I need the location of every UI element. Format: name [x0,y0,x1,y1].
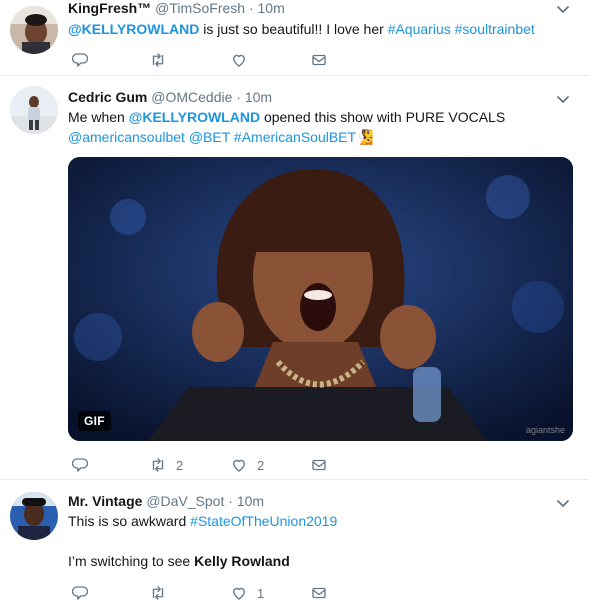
tweet-text: This is so awkward #StateOfTheUnion2019 … [68,511,571,571]
mention-link[interactable]: @BET [189,129,230,145]
tweet[interactable]: Cedric Gum @OMCeddie · 10m Me when @KELL… [0,76,589,480]
hashtag-link[interactable]: #StateOfTheUnion2019 [190,513,337,529]
separator-dot: · [236,89,241,105]
timestamp[interactable]: 10m [245,89,272,105]
timestamp[interactable]: 10m [258,0,285,16]
tweet-text-plain: opened this show with PURE VOCALS [260,109,506,125]
reply-button[interactable] [71,455,89,475]
mention-link[interactable]: @KELLYROWLAND [68,21,199,37]
retweet-icon [152,458,164,472]
tweet-text-line: @americansoulbet @BET #AmericanSoulBET🧏 [68,127,571,147]
mention-link[interactable]: @KELLYROWLAND [129,109,260,125]
gif-badge: GIF [78,411,111,431]
separator-dot: · [248,0,254,16]
like-button[interactable]: 2 [230,455,264,475]
like-button[interactable] [230,50,248,70]
tweet-text: @KELLYROWLAND is just so beautiful!! I l… [68,19,571,39]
user-handle[interactable]: @OMCeddie [151,89,232,105]
separator-dot: · [228,493,233,509]
tweet-text-plain: I’m switching to see [68,553,195,569]
tweet-text: Me when @KELLYROWLAND opened this show w… [68,107,571,147]
tweet-text-line: I’m switching to see Kelly Rowland [68,551,571,571]
tweet-header: Cedric Gum @OMCeddie · 10m [68,88,272,106]
tweet-text-line: This is so awkward #StateOfTheUnion2019 [68,511,571,531]
retweet-button[interactable]: 2 [149,455,183,475]
display-name[interactable]: Mr. Vintage [68,493,142,509]
tweet-text-line: Me when @KELLYROWLAND opened this show w… [68,107,571,127]
tweet[interactable]: Mr. Vintage @DaV_Spot · 10m This is so a… [0,480,589,609]
emoji: 🧏 [356,129,374,145]
gif-image [68,157,573,441]
user-handle[interactable]: @DaV_Spot [146,493,224,509]
chevron-down-icon[interactable] [555,495,571,511]
reply-button[interactable] [71,583,89,603]
gif-media[interactable]: GIF agiantshe [68,157,573,441]
tweet-text-plain: Me when [68,109,129,125]
tweet-actions: 2 2 [68,455,368,475]
tweet[interactable]: KingFresh™ @TimSoFresh · 10m @KELLYROWLA… [0,0,589,76]
hashtag-link[interactable]: #Aquarius [388,21,451,37]
user-handle[interactable]: @TimSoFresh [155,0,245,16]
tweet-actions [68,50,368,70]
tweet-text-plain: This is so awkward [68,513,191,529]
retweet-count: 2 [176,457,184,473]
watermark: agiantshe [525,425,565,435]
retweet-icon [152,586,164,600]
dm-button[interactable] [310,50,328,70]
tweet-actions: 1 [68,583,368,603]
avatar[interactable] [10,6,58,54]
timestamp[interactable]: 10m [237,493,264,509]
envelope-icon [312,54,326,66]
display-name[interactable]: Cedric Gum [68,89,147,105]
reply-icon [71,586,89,600]
heart-icon [233,54,245,67]
reply-icon [71,458,89,472]
tweet-text-plain: is just so beautiful!! I love her [199,21,388,37]
hashtag-link[interactable]: #AmericanSoulBET [234,129,356,145]
like-count: 1 [257,585,265,601]
tweet-text-bold: Kelly Rowland [194,553,290,569]
reply-icon [71,53,89,67]
reply-button[interactable] [71,50,89,70]
hashtag-link[interactable]: #soultrainbet [455,21,535,37]
like-count: 2 [257,457,265,473]
tweet-header: Mr. Vintage @DaV_Spot · 10m [68,492,264,510]
envelope-icon [312,459,326,471]
like-button[interactable]: 1 [230,583,264,603]
chevron-down-icon[interactable] [555,1,571,17]
mention-link[interactable]: @americansoulbet [68,129,185,145]
tweet-header: KingFresh™ @TimSoFresh · 10m [68,0,285,17]
display-name[interactable]: KingFresh™ [68,0,151,16]
retweet-button[interactable] [149,50,167,70]
avatar[interactable] [10,492,58,540]
heart-icon [233,459,245,472]
envelope-icon [312,587,326,599]
heart-icon [233,587,245,600]
dm-button[interactable] [310,583,328,603]
avatar[interactable] [10,86,58,134]
retweet-button[interactable] [149,583,167,603]
chevron-down-icon[interactable] [555,91,571,107]
retweet-icon [152,53,164,67]
dm-button[interactable] [310,455,328,475]
